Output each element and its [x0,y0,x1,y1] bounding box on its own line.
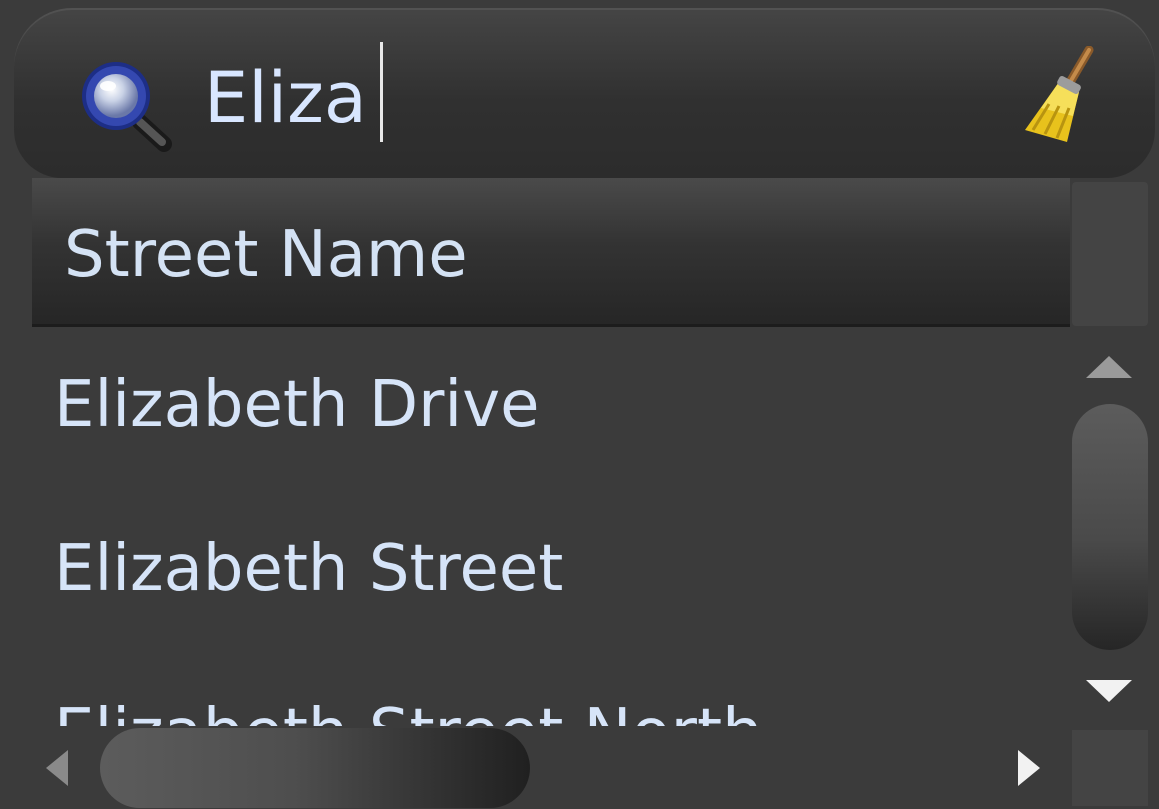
list-item[interactable]: Elizabeth Drive [32,328,1070,492]
list-item-label: Elizabeth Street North [54,696,763,726]
scrollbar-header-spacer [1072,182,1148,326]
column-header-label: Street Name [64,218,468,292]
scroll-right-arrow-icon[interactable] [1014,746,1044,790]
search-icon [82,62,172,152]
column-header[interactable]: Street Name [32,178,1070,327]
list-item[interactable]: Elizabeth Street [32,492,1070,656]
list-item[interactable]: Elizabeth Street North [32,656,1070,726]
horizontal-scrollbar-thumb[interactable] [100,728,530,808]
broom-icon[interactable] [1019,46,1107,146]
search-bar [14,8,1155,178]
vertical-scrollbar-thumb[interactable] [1072,404,1148,650]
scroll-up-arrow-icon[interactable] [1082,352,1136,382]
scrollbar-corner [1072,730,1148,806]
scroll-down-arrow-icon[interactable] [1082,676,1136,706]
street-list: Street Name Elizabeth Drive Elizabeth St… [22,178,1070,726]
street-search-panel: Street Name Elizabeth Drive Elizabeth St… [0,0,1159,809]
list-item-label: Elizabeth Drive [54,368,540,442]
text-caret [380,42,383,142]
list-item-label: Elizabeth Street [54,532,564,606]
search-input[interactable] [204,42,964,154]
scroll-left-arrow-icon[interactable] [42,746,72,790]
